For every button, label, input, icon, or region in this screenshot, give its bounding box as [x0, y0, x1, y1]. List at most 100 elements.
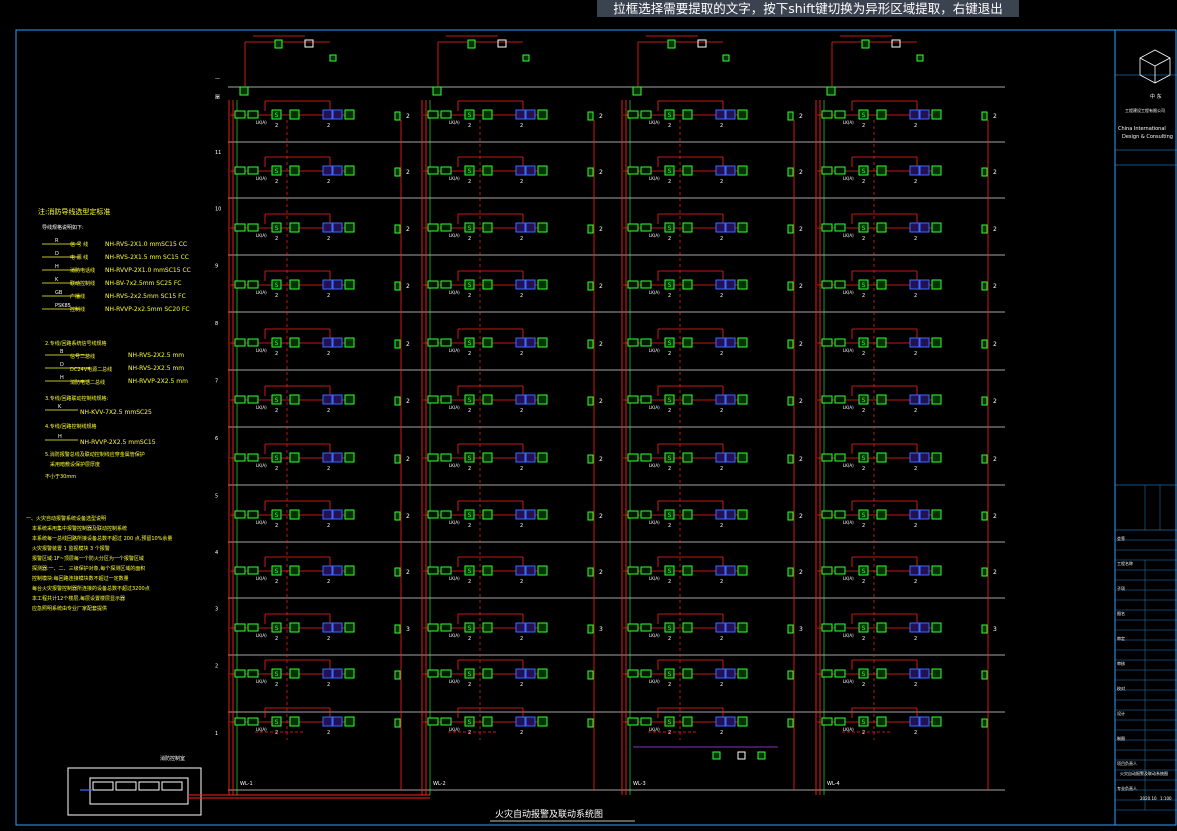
module-s-label: S	[468, 168, 472, 175]
input-module-icon	[234, 166, 246, 175]
tb-row-label: 子项	[1117, 585, 1125, 591]
manual-station-icon	[525, 622, 536, 633]
heat-detector-icon	[289, 279, 300, 290]
legend-code: PSK85	[55, 303, 71, 309]
input-module-icon	[234, 669, 246, 678]
module-s-label: S	[468, 225, 472, 232]
heat-detector-icon	[482, 109, 493, 120]
module-s-label: S	[862, 568, 866, 575]
device-count: 2	[520, 730, 523, 736]
device-count: 2	[468, 636, 471, 642]
module-s-label: S	[275, 568, 279, 575]
legend-cable: NH-RVVP-2x2.5mm SC20 FC	[105, 306, 190, 313]
device-count: 2	[668, 523, 671, 529]
device-code: LK(A)	[256, 679, 267, 684]
legend-code: H	[60, 375, 64, 381]
input-module-icon	[627, 669, 639, 678]
input-module-icon	[427, 338, 439, 347]
device-count: 2	[275, 408, 278, 414]
output-module-icon	[247, 280, 259, 289]
speaker-icon	[787, 224, 794, 234]
hydrant-button-icon	[537, 452, 548, 463]
device-code: LK(A)	[843, 405, 854, 410]
module-s-label: S	[468, 568, 472, 575]
heat-detector-icon	[876, 452, 887, 463]
input-module-icon	[821, 717, 833, 726]
manual-station-icon	[525, 509, 536, 520]
notes-section: 采用暗敷设保护层厚度	[50, 461, 100, 468]
alarm-bell-icon	[909, 716, 920, 727]
manual-station-icon	[525, 452, 536, 463]
device-count: 2	[720, 636, 723, 642]
device-count: 2	[275, 123, 278, 129]
speaker-count: 2	[799, 169, 803, 176]
alarm-bell-icon	[515, 337, 526, 348]
alarm-bell-icon	[515, 668, 526, 679]
output-module-icon	[834, 510, 846, 519]
device-code: LK(A)	[449, 679, 460, 684]
hydrant-button-icon	[737, 509, 748, 520]
manual-station-icon	[725, 716, 736, 727]
legend-cable: NH-RVVP-2X2.5 mmSC15	[80, 439, 156, 446]
device-code: LK(A)	[649, 348, 660, 353]
heat-detector-icon	[682, 668, 693, 679]
hydrant-button-icon	[537, 668, 548, 679]
legend-name: 信号二总线	[70, 353, 95, 360]
device-code: LK(A)	[649, 120, 660, 125]
notes-block-line: 本工程共计12个楼层,每层设置楼层显示器	[32, 595, 125, 602]
heat-detector-icon	[682, 565, 693, 576]
device-count: 2	[520, 236, 523, 242]
cad-drawing-canvas[interactable]: 消防控制室 注:消防导线选型定标准导线规格说明如下: R 信 号 线 NH-RVS-2…	[0, 0, 1177, 827]
device-count: 2	[327, 236, 330, 242]
tb-row-label: 工程名称	[1117, 560, 1133, 566]
device-code: LK(A)	[843, 633, 854, 638]
device-count: 2	[275, 579, 278, 585]
tb-drawing-name: 火灾自动报警及联动系统图	[1120, 770, 1168, 776]
device-code: LK(A)	[449, 520, 460, 525]
manual-station-icon	[919, 394, 930, 405]
device-count: 2	[468, 730, 471, 736]
module-s-label: S	[275, 168, 279, 175]
module-s-label: S	[468, 397, 472, 404]
output-module-icon	[834, 395, 846, 404]
hydrant-button-icon	[344, 509, 355, 520]
alarm-bell-icon	[515, 509, 526, 520]
device-code: LK(A)	[449, 233, 460, 238]
speaker-icon	[787, 281, 794, 291]
hydrant-button-icon	[537, 279, 548, 290]
floor-label: 6	[215, 436, 218, 442]
speaker-icon	[981, 167, 988, 177]
alarm-bell-icon	[515, 565, 526, 576]
speaker-icon	[587, 624, 594, 634]
manual-station-icon	[725, 337, 736, 348]
device-count: 2	[720, 523, 723, 529]
hydrant-button-icon	[737, 109, 748, 120]
output-module-icon	[440, 510, 452, 519]
module-s-label: S	[275, 340, 279, 347]
device-code: LK(A)	[649, 576, 660, 581]
manual-station-icon	[919, 565, 930, 576]
module-s-label: S	[275, 625, 279, 632]
output-module-icon	[247, 717, 259, 726]
module-s-label: S	[862, 719, 866, 726]
cad-viewport[interactable]: 消防控制室 注:消防导线选型定标准 导线规格说明如下: R 信 号 线 NH-RVS-2…	[0, 0, 1177, 827]
speaker-icon	[981, 718, 988, 728]
hydrant-button-icon	[931, 716, 942, 727]
alarm-bell-icon	[515, 394, 526, 405]
notes-block-line: 本系统每一总线回路所接设备总数不超过 200 点,预留10%余量	[32, 535, 172, 542]
manual-station-icon	[725, 565, 736, 576]
device-code: LK(A)	[449, 576, 460, 581]
device-count: 2	[914, 730, 917, 736]
device-count: 2	[275, 466, 278, 472]
notes-block-line: 本系统采用集中报警控制器及联动控制系统	[32, 525, 127, 532]
input-module-icon	[627, 453, 639, 462]
module-s-label: S	[668, 340, 672, 347]
hydrant-button-icon	[931, 394, 942, 405]
floor-label: 5	[215, 494, 218, 500]
legend-name: 信 号 线	[70, 241, 88, 248]
device-code: LK(A)	[449, 348, 460, 353]
legend-name: 电 源 线	[70, 254, 88, 261]
speaker-icon	[981, 567, 988, 577]
speaker-icon	[587, 567, 594, 577]
input-module-icon	[234, 623, 246, 632]
